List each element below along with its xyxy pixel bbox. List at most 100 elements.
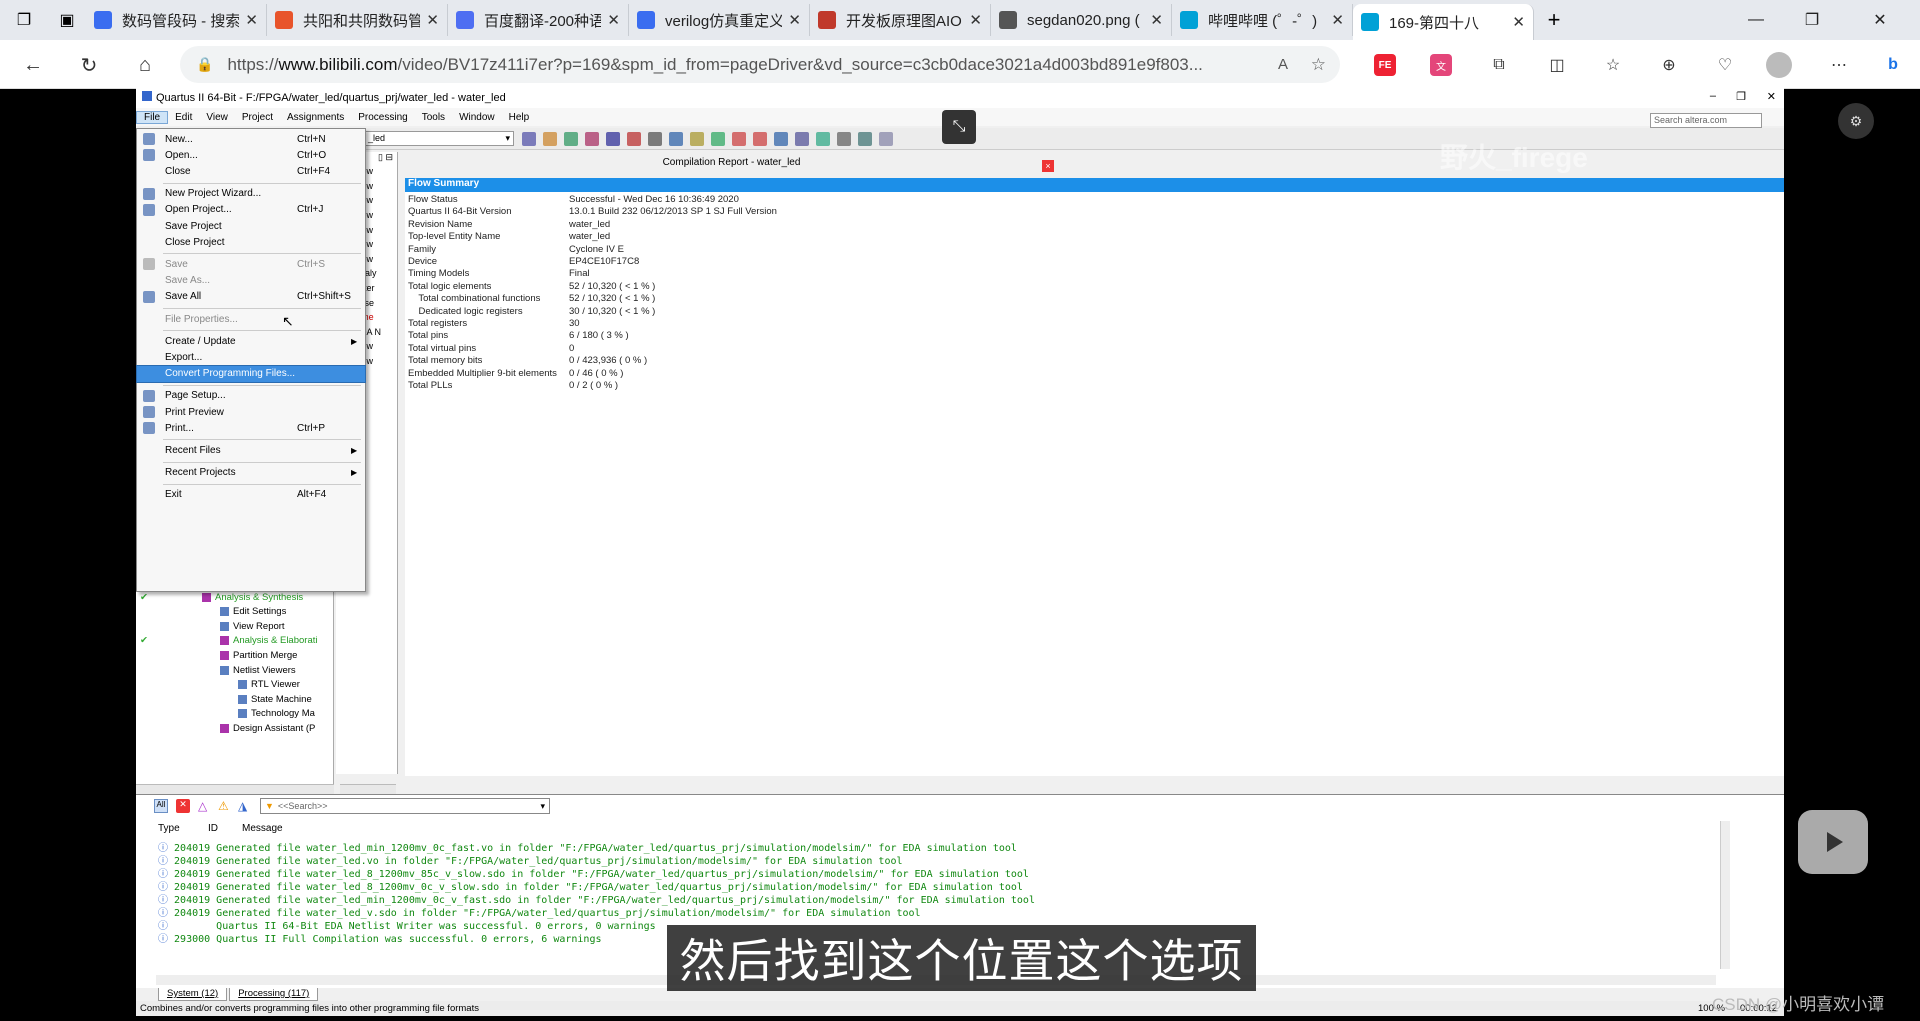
file-menu-item[interactable]: New... Ctrl+N	[137, 131, 365, 147]
altera-search-input[interactable]: Search altera.com	[1650, 113, 1762, 128]
toolbar-tool-icon[interactable]	[522, 132, 536, 146]
file-menu-item[interactable]: Recent Projects ▶	[137, 465, 365, 481]
file-menu-item[interactable]: Open... Ctrl+O	[137, 147, 365, 163]
menu-view[interactable]: View	[199, 112, 235, 123]
task-item[interactable]: RTL Viewer	[238, 678, 300, 692]
file-menu-item[interactable]: Save Project	[137, 218, 365, 234]
tasks-hscroll[interactable]	[136, 784, 334, 794]
close-tab-icon[interactable]: ✕	[1512, 13, 1525, 31]
file-menu-item[interactable]: Save As...	[137, 273, 365, 289]
task-item[interactable]: Edit Settings	[220, 605, 286, 619]
toolbar-tool-icon[interactable]	[564, 132, 578, 146]
browser-tab[interactable]: segdan020.png (✕	[991, 4, 1172, 36]
file-menu-item[interactable]: Print Preview	[137, 404, 365, 420]
suppress-filter-icon[interactable]: ◮	[238, 799, 252, 813]
file-menu-item[interactable]: Export...	[137, 349, 365, 365]
close-tab-icon[interactable]: ✕	[1331, 11, 1344, 29]
file-menu-item[interactable]: Close Ctrl+F4	[137, 163, 365, 179]
toolbar-tool-icon[interactable]	[690, 132, 704, 146]
task-item[interactable]: State Machine	[238, 692, 312, 706]
menu-tools[interactable]: Tools	[415, 112, 452, 123]
home-icon[interactable]: ⌂	[128, 48, 162, 82]
file-menu-item[interactable]: Recent Files ▶	[137, 442, 365, 458]
close-window-icon[interactable]: ✕	[1840, 0, 1920, 40]
browser-tab[interactable]: 开发板原理图AIO ✕	[810, 4, 991, 36]
close-tab-icon[interactable]: ✕	[607, 11, 620, 29]
toolbar-tool-icon[interactable]	[816, 132, 830, 146]
favorites-icon[interactable]: ☆	[1598, 50, 1628, 80]
tab-actions-icon[interactable]: ▣	[48, 0, 86, 40]
menu-processing[interactable]: Processing	[351, 112, 414, 123]
more-menu-icon[interactable]: ⋯	[1824, 50, 1854, 80]
collections-icon[interactable]: ⊕	[1654, 50, 1684, 80]
close-tab-icon[interactable]: ✕	[1150, 11, 1163, 29]
extensions-icon[interactable]: ⧉	[1484, 50, 1514, 80]
menu-assignments[interactable]: Assignments	[280, 112, 351, 123]
task-item[interactable]: Design Assistant (P	[220, 721, 315, 735]
task-item[interactable]: Technology Ma	[238, 707, 315, 721]
performance-icon[interactable]: ♡	[1710, 50, 1740, 80]
refresh-icon[interactable]: ↻	[72, 48, 106, 82]
fe-extension-icon[interactable]: FE	[1374, 54, 1396, 76]
task-item[interactable]: Netlist Viewers	[220, 663, 296, 677]
task-item[interactable]: View Report	[220, 619, 285, 633]
url-bar[interactable]: 🔒 https://www.bilibili.com/video/BV17z41…	[180, 46, 1340, 83]
task-item[interactable]: Partition Merge	[220, 648, 297, 662]
menu-help[interactable]: Help	[502, 112, 537, 123]
error-filter-icon[interactable]: ✕	[176, 799, 190, 813]
translate-extension-icon[interactable]: 文	[1430, 54, 1452, 76]
favorite-star-icon[interactable]: ☆	[1311, 55, 1326, 75]
file-menu-item[interactable]: Create / Update ▶	[137, 333, 365, 349]
browser-tab[interactable]: 169-第四十八 ✕	[1353, 4, 1534, 40]
file-menu-item[interactable]: Page Setup...	[137, 388, 365, 404]
file-menu-item[interactable]: New Project Wizard...	[137, 186, 365, 202]
toolbar-tool-icon[interactable]	[753, 132, 767, 146]
browser-tab[interactable]: 百度翻译-200种语 ✕	[448, 4, 629, 36]
warning-filter-icon[interactable]: ⚠	[218, 799, 232, 813]
toolbar-tool-icon[interactable]	[669, 132, 683, 146]
close-tab-icon[interactable]: ✕	[969, 11, 982, 29]
task-item[interactable]: ✔ Analysis & Elaborati	[140, 634, 317, 648]
menu-project[interactable]: Project	[235, 112, 280, 123]
toolbar-tool-icon[interactable]	[858, 132, 872, 146]
file-menu-item[interactable]: Print... Ctrl+P	[137, 420, 365, 436]
toolbar-tool-icon[interactable]	[627, 132, 641, 146]
message-search-input[interactable]: ▼ <<Search>> ▾	[260, 798, 550, 814]
file-menu-item[interactable]: Save Ctrl+S	[137, 256, 365, 272]
close-report-icon[interactable]: ×	[1042, 160, 1054, 172]
toolbar-tool-icon[interactable]	[543, 132, 557, 146]
browser-tab[interactable]: verilog仿真重定义 ✕	[629, 4, 810, 36]
critical-warning-filter-icon[interactable]: △	[198, 799, 212, 813]
menu-file[interactable]: File	[136, 110, 169, 124]
all-messages-filter[interactable]: All	[154, 799, 168, 813]
split-screen-icon[interactable]: ◫	[1542, 50, 1572, 80]
report-tree-hscroll[interactable]	[340, 784, 396, 794]
play-icon[interactable]	[1798, 810, 1868, 874]
toolbar-tool-icon[interactable]	[879, 132, 893, 146]
toolbar-tool-icon[interactable]	[732, 132, 746, 146]
task-item[interactable]: ✔ Analysis & Synthesis	[140, 590, 303, 604]
maximize-icon[interactable]: ❐	[1784, 0, 1840, 40]
toolbar-tool-icon[interactable]	[837, 132, 851, 146]
profile-avatar[interactable]	[1766, 52, 1792, 78]
workspaces-icon[interactable]: ❐	[0, 0, 48, 40]
file-menu-item[interactable]: Save All Ctrl+Shift+S	[137, 289, 365, 305]
file-menu-item[interactable]: Exit Alt+F4	[137, 487, 365, 503]
close-tab-icon[interactable]: ✕	[788, 11, 801, 29]
exit-fullscreen-icon[interactable]: ⤡	[942, 110, 976, 144]
browser-tab[interactable]: 共阳和共阴数码管 ✕	[267, 4, 448, 36]
browser-tab[interactable]: 数码管段码 - 搜索 ✕	[86, 4, 267, 36]
toolbar-tool-icon[interactable]	[585, 132, 599, 146]
video-settings-icon[interactable]: ⚙	[1838, 103, 1874, 139]
toolbar-tool-icon[interactable]	[774, 132, 788, 146]
q-close-icon[interactable]: ✕	[1767, 90, 1776, 103]
message-tab[interactable]: Processing (117)	[229, 988, 319, 1001]
close-tab-icon[interactable]: ✕	[245, 11, 258, 29]
back-icon[interactable]: ←	[16, 48, 50, 82]
close-tab-icon[interactable]: ✕	[426, 11, 439, 29]
menu-edit[interactable]: Edit	[168, 112, 199, 123]
new-tab-icon[interactable]: +	[1534, 0, 1574, 40]
bing-icon[interactable]: b	[1878, 50, 1908, 80]
toolbar-tool-icon[interactable]	[606, 132, 620, 146]
toolbar-tool-icon[interactable]	[648, 132, 662, 146]
